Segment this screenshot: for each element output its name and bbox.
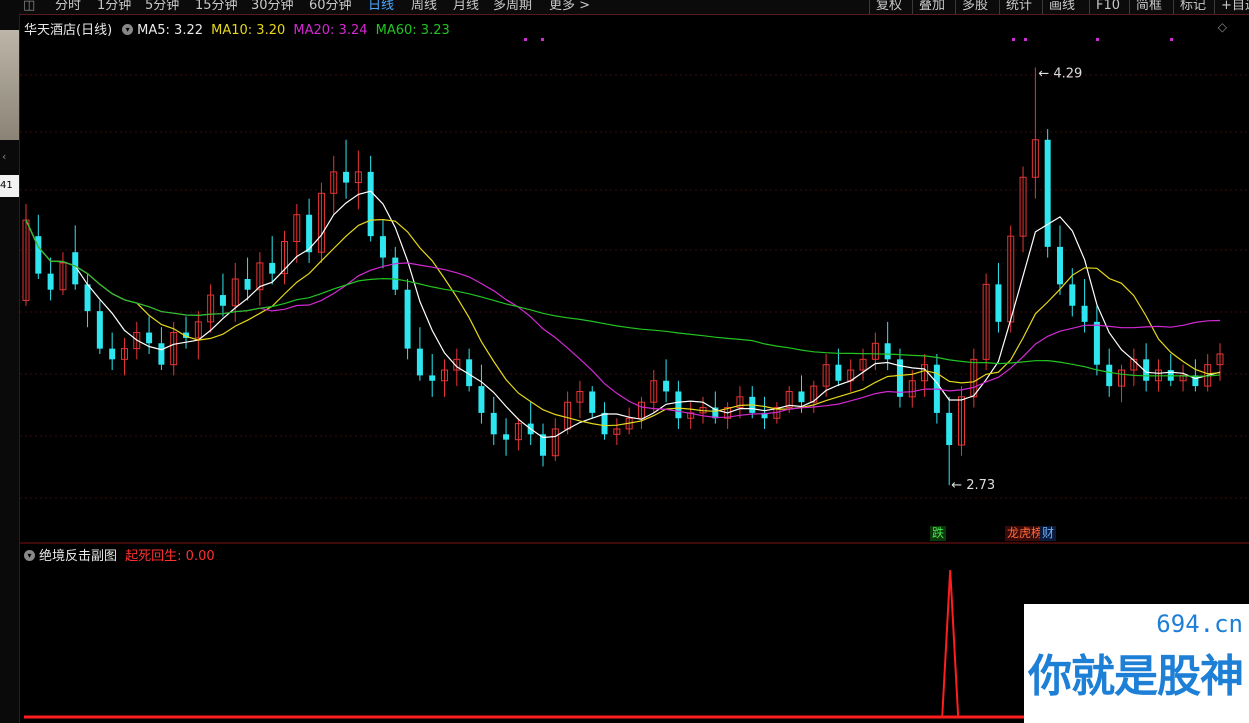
candle-body-87 bbox=[1093, 321, 1100, 365]
candle-body-75 bbox=[946, 412, 953, 446]
candle-body-46 bbox=[589, 391, 596, 413]
candle-body-38 bbox=[490, 412, 497, 435]
ma-line-ma60 bbox=[25, 219, 1221, 378]
candle-body-6 bbox=[96, 311, 103, 349]
top-marker-4 bbox=[1096, 38, 1099, 41]
candle-body-10 bbox=[146, 332, 153, 344]
candle-body-7 bbox=[109, 348, 116, 360]
high-annotation: ← 4.29 bbox=[1038, 66, 1082, 81]
top-marker-3 bbox=[1024, 38, 1027, 41]
candle-body-53 bbox=[675, 391, 682, 419]
top-marker-1 bbox=[541, 38, 544, 41]
candle-body-26 bbox=[343, 171, 350, 183]
tag-fall[interactable]: 跌 bbox=[930, 526, 947, 541]
candle-body-28 bbox=[367, 171, 374, 237]
candle-body-79 bbox=[995, 284, 1002, 322]
candle-body-29 bbox=[379, 236, 386, 258]
candle-body-31 bbox=[404, 289, 411, 349]
candle-body-18 bbox=[244, 279, 251, 290]
candle-body-83 bbox=[1044, 139, 1051, 247]
candle-body-95 bbox=[1192, 375, 1199, 387]
indicator-value: 起死回生: 0.00 bbox=[125, 549, 215, 564]
candle-body-52 bbox=[663, 380, 670, 392]
candle-body-37 bbox=[478, 386, 485, 413]
candle-body-86 bbox=[1081, 305, 1088, 322]
candle-body-63 bbox=[798, 391, 805, 403]
sub-title: 绝境反击副图 bbox=[39, 549, 118, 564]
ma-line-ma10 bbox=[25, 218, 1221, 427]
sub-legend: ▾ 绝境反击副图 起死回生: 0.00 bbox=[24, 545, 215, 564]
candle-body-88 bbox=[1106, 364, 1113, 387]
candle-body-5 bbox=[84, 284, 91, 312]
candle-body-32 bbox=[416, 348, 423, 376]
candle-body-47 bbox=[601, 412, 608, 435]
signal-spike-0 bbox=[941, 569, 960, 718]
tag-finance[interactable]: 财 bbox=[1040, 526, 1057, 541]
candle-body-85 bbox=[1069, 284, 1076, 306]
low-annotation: ← 2.73 bbox=[951, 478, 995, 493]
candle-body-84 bbox=[1056, 246, 1063, 285]
candle-body-2 bbox=[47, 273, 54, 290]
candle-body-66 bbox=[835, 364, 842, 381]
candle-body-39 bbox=[503, 434, 510, 440]
top-marker-2 bbox=[1012, 38, 1015, 41]
sub-toggle-icon[interactable]: ▾ bbox=[24, 550, 35, 561]
candle-body-30 bbox=[392, 257, 399, 290]
tag-dragon-tiger[interactable]: 龙虎榜 bbox=[1005, 526, 1046, 541]
watermark-site: 694.cn bbox=[1156, 610, 1243, 638]
watermark-logo: 694.cn 你就是股神 bbox=[1024, 604, 1249, 723]
candle-body-11 bbox=[158, 343, 165, 365]
candle-body-70 bbox=[884, 343, 891, 360]
watermark-slogan: 你就是股神 bbox=[1028, 651, 1244, 702]
candle-body-16 bbox=[219, 295, 226, 306]
candle-body-20 bbox=[269, 262, 276, 274]
candle-body-33 bbox=[429, 375, 436, 381]
top-marker-5 bbox=[1170, 38, 1173, 41]
top-marker-0 bbox=[524, 38, 527, 41]
